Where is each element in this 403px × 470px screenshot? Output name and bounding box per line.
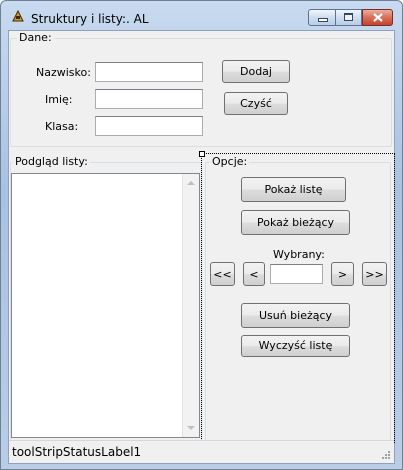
- klasa-label: Klasa:: [45, 120, 79, 133]
- options-group-title: Opcje:: [210, 155, 250, 168]
- app-icon: [12, 10, 24, 22]
- nazwisko-field[interactable]: [95, 62, 203, 82]
- status-bar: toolStripStatusLabel1: [9, 440, 394, 463]
- clear-list-button[interactable]: Wyczyść listę: [241, 335, 350, 357]
- window-title: Struktury i listy:. AL: [31, 12, 149, 26]
- list-preview[interactable]: [11, 173, 200, 438]
- scroll-up-arrow-icon[interactable]: [187, 181, 195, 185]
- clear-button[interactable]: Czyść: [224, 92, 288, 115]
- minimize-button[interactable]: [308, 9, 336, 26]
- show-current-button[interactable]: Pokaż bieżący: [241, 210, 350, 235]
- imie-field[interactable]: [95, 89, 203, 109]
- main-window: Struktury i listy:. AL Dane: Nazwisko: I…: [0, 0, 403, 470]
- preview-group-title: Podgląd listy:: [13, 155, 90, 168]
- dane-group-title: Dane:: [17, 31, 54, 44]
- imie-label: Imię:: [45, 93, 73, 106]
- next-button[interactable]: >: [331, 262, 354, 286]
- status-label: toolStripStatusLabel1: [12, 445, 142, 459]
- maximize-icon: [344, 13, 353, 21]
- size-grip-icon[interactable]: [381, 450, 391, 460]
- first-button[interactable]: <<: [210, 262, 235, 286]
- nazwisko-label: Nazwisko:: [36, 66, 91, 79]
- selected-field[interactable]: [270, 264, 323, 284]
- prev-button[interactable]: <: [243, 262, 265, 286]
- delete-current-button[interactable]: Usuń bieżący: [241, 303, 350, 328]
- scroll-down-arrow-icon[interactable]: [187, 426, 195, 430]
- last-button[interactable]: >>: [362, 262, 387, 286]
- client-area: Dane: Nazwisko: Imię: Klasa: Dodaj Czyść…: [8, 30, 395, 464]
- list-scrollbar[interactable]: [182, 174, 199, 437]
- add-button[interactable]: Dodaj: [222, 60, 290, 83]
- maximize-button[interactable]: [335, 9, 362, 26]
- close-button[interactable]: [362, 9, 393, 26]
- klasa-field[interactable]: [95, 116, 203, 136]
- selected-label: Wybrany:: [273, 248, 325, 261]
- resize-handle-icon[interactable]: [199, 151, 205, 157]
- options-group: Opcje:: [205, 155, 391, 442]
- minimize-icon: [318, 18, 328, 22]
- show-list-button[interactable]: Pokaż listę: [241, 177, 346, 202]
- title-bar[interactable]: Struktury i listy:. AL: [1, 1, 402, 31]
- close-icon: [373, 13, 383, 22]
